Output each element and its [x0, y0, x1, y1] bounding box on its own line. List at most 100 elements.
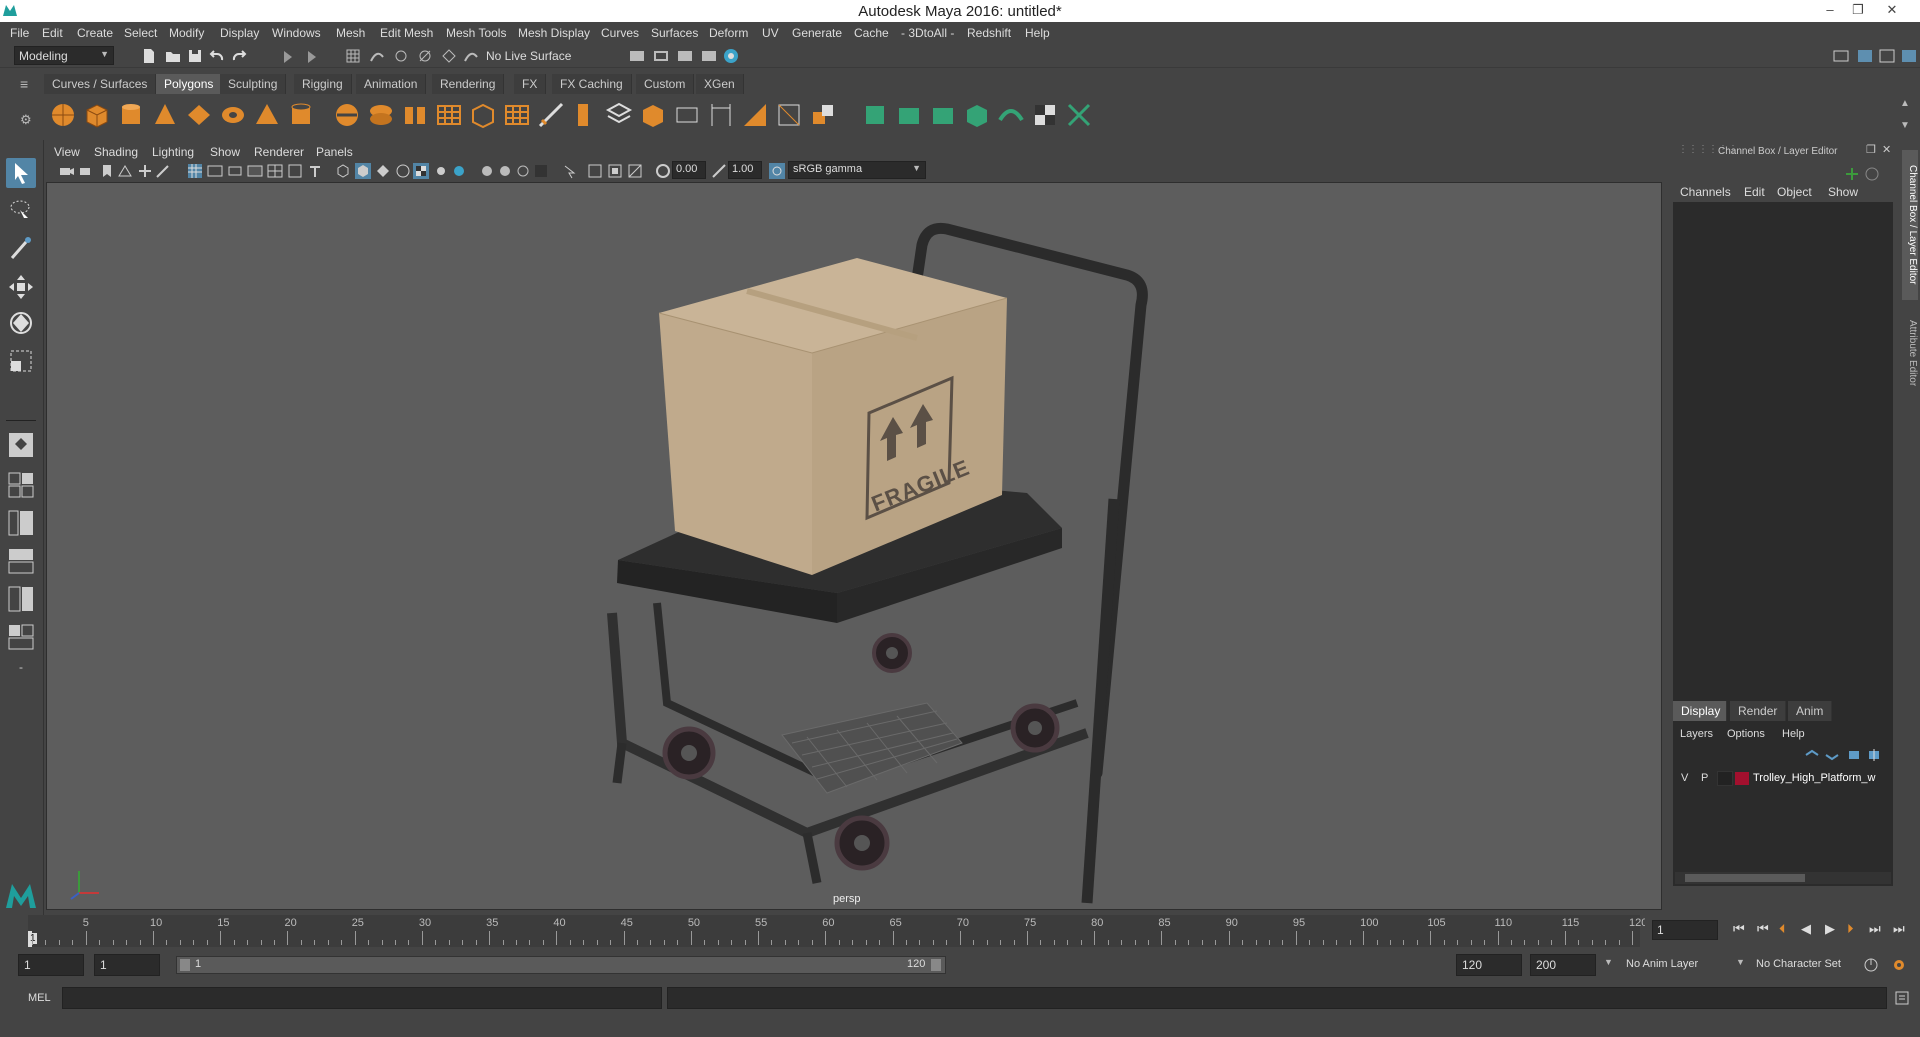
textured-icon[interactable]	[412, 162, 430, 180]
wireframe-on-shaded-icon[interactable]	[394, 162, 412, 180]
anti-alias-icon[interactable]	[514, 162, 532, 180]
time-slider[interactable]: 1 5 10 15 20 25 30 35 40 45 50 55 60 65 70 75 80 85 90 95 1…	[28, 915, 1647, 947]
poly-cube-icon[interactable]	[82, 100, 112, 130]
workspace-icon[interactable]	[1832, 47, 1850, 65]
snap-point-icon[interactable]	[392, 47, 410, 65]
layer-scrollbar-thumb[interactable]	[1685, 874, 1805, 882]
fill-hole-icon[interactable]	[706, 100, 736, 130]
side-tab-attribute-editor[interactable]: Attribute Editor	[1902, 308, 1918, 398]
character-set-selector[interactable]: No Character Set	[1754, 954, 1864, 976]
redo-icon[interactable]	[230, 47, 248, 65]
multi-cut-icon[interactable]	[536, 100, 566, 130]
viewport-menu-shading[interactable]: Shading	[94, 145, 138, 159]
layer-scrollbar[interactable]	[1675, 872, 1891, 884]
screen-space-ao-icon[interactable]	[478, 162, 496, 180]
menu-mesh-tools[interactable]: Mesh Tools	[446, 26, 506, 40]
menu-curves[interactable]: Curves	[601, 26, 639, 40]
color-management-icon[interactable]	[768, 162, 786, 180]
play-backward-icon[interactable]: ◀	[1801, 921, 1811, 937]
playback-end-field[interactable]: 120	[1456, 954, 1522, 976]
toggle-attribute-editor-icon[interactable]	[1856, 47, 1874, 65]
live-surface-label[interactable]: No Live Surface	[486, 49, 571, 63]
extrude-icon[interactable]	[570, 100, 600, 130]
tab-polygons[interactable]: Polygons	[156, 74, 223, 94]
close-button[interactable]: ✕	[1880, 2, 1904, 18]
snap-grid-icon[interactable]	[344, 47, 362, 65]
combine-icon[interactable]	[332, 100, 362, 130]
playback-start-field[interactable]: 1	[94, 954, 160, 976]
move-layer-up-icon[interactable]	[1804, 748, 1820, 762]
move-layer-down-icon[interactable]	[1824, 748, 1840, 762]
layer-display-type[interactable]	[1717, 771, 1733, 786]
single-perspective-layout-icon[interactable]	[6, 430, 36, 460]
grid-icon[interactable]	[186, 162, 204, 180]
menu-select[interactable]: Select	[124, 26, 157, 40]
mode-selector[interactable]: Modeling ▼	[14, 46, 114, 65]
shelf-settings-icon[interactable]: ⚙	[20, 112, 36, 128]
append-icon[interactable]	[672, 100, 702, 130]
step-forward-key-icon[interactable]: ⏭	[1869, 921, 1881, 937]
menu-edit[interactable]: Edit	[42, 26, 63, 40]
field-chart-icon[interactable]	[266, 162, 284, 180]
menu-generate[interactable]: Generate	[792, 26, 842, 40]
step-back-key-icon[interactable]: ⏮	[1757, 921, 1769, 937]
select-tool-icon[interactable]	[6, 158, 36, 188]
chevron-down-icon[interactable]: ▼	[1604, 957, 1613, 967]
menu-create[interactable]: Create	[77, 26, 113, 40]
side-tab-channel-box[interactable]: Channel Box / Layer Editor	[1902, 150, 1918, 300]
channel-show-menu[interactable]: Show	[1828, 185, 1858, 199]
toggle-channel-box-icon[interactable]	[1900, 47, 1918, 65]
resolution-gate-icon[interactable]	[226, 162, 244, 180]
channels-menu[interactable]: Channels	[1680, 185, 1731, 199]
tab-fx[interactable]: FX	[514, 74, 547, 94]
anim-layer-selector[interactable]: No Anim Layer	[1624, 954, 1744, 976]
bridge-icon[interactable]	[604, 100, 634, 130]
mirror-icon[interactable]	[502, 100, 532, 130]
collapse-toolbox-icon[interactable]: -	[12, 660, 30, 678]
gate-mask-icon[interactable]	[246, 162, 264, 180]
close-panel-icon[interactable]: ✕	[1882, 143, 1891, 156]
menu-file[interactable]: File	[10, 26, 29, 40]
tab-rendering[interactable]: Rendering	[432, 74, 505, 94]
hypershade-icon[interactable]	[722, 47, 740, 65]
auto-key-icon[interactable]	[1862, 956, 1880, 974]
xray-joints-icon[interactable]	[626, 162, 644, 180]
menu-mesh[interactable]: Mesh	[336, 26, 365, 40]
scale-tool-icon[interactable]	[6, 346, 36, 376]
layer-visibility-toggle[interactable]: V	[1681, 772, 1688, 784]
chevron-down-icon[interactable]: ▼	[1736, 957, 1745, 967]
channel-edit-menu[interactable]: Edit	[1744, 185, 1765, 199]
viewport-menu-panels[interactable]: Panels	[316, 145, 353, 159]
current-frame-field[interactable]: 1	[1652, 920, 1718, 940]
command-language-label[interactable]: MEL	[28, 992, 51, 1004]
xray-active-components-icon[interactable]	[606, 162, 624, 180]
uv-sphere-icon[interactable]	[928, 100, 958, 130]
selection-mask-icon-2[interactable]	[302, 47, 320, 65]
rotate-tool-icon[interactable]	[6, 308, 36, 338]
grease-pencil-icon[interactable]	[154, 162, 172, 180]
animation-start-field[interactable]: 1	[18, 954, 84, 976]
smooth-shade-icon[interactable]	[354, 162, 372, 180]
uv-unfold-icon[interactable]	[996, 100, 1026, 130]
camera-icon[interactable]	[58, 162, 76, 180]
planar-map-icon[interactable]	[808, 100, 838, 130]
exposure-field[interactable]: 0.00	[672, 161, 706, 179]
viewport-menu-lighting[interactable]: Lighting	[152, 145, 194, 159]
script-editor-icon[interactable]	[1894, 990, 1910, 1006]
new-layer-icon[interactable]	[1846, 748, 1862, 762]
tab-xgen[interactable]: XGen	[696, 74, 744, 94]
tab-animation[interactable]: Animation	[356, 74, 427, 94]
layer-help-menu[interactable]: Help	[1782, 728, 1805, 740]
persp-hypershade-layout-icon[interactable]	[6, 584, 36, 614]
render-settings-icon[interactable]	[628, 47, 646, 65]
layer-options-menu[interactable]: Options	[1727, 728, 1765, 740]
restore-button[interactable]: ❐	[1846, 2, 1870, 18]
menu-uv[interactable]: UV	[762, 26, 779, 40]
menu-modify[interactable]: Modify	[169, 26, 204, 40]
poly-pyramid-icon[interactable]	[252, 100, 282, 130]
extract-icon[interactable]	[400, 100, 430, 130]
persp-graph-layout-icon[interactable]	[6, 546, 36, 576]
tab-rigging[interactable]: Rigging	[294, 74, 352, 94]
channel-object-menu[interactable]: Object	[1777, 185, 1812, 199]
separate-icon[interactable]	[366, 100, 396, 130]
